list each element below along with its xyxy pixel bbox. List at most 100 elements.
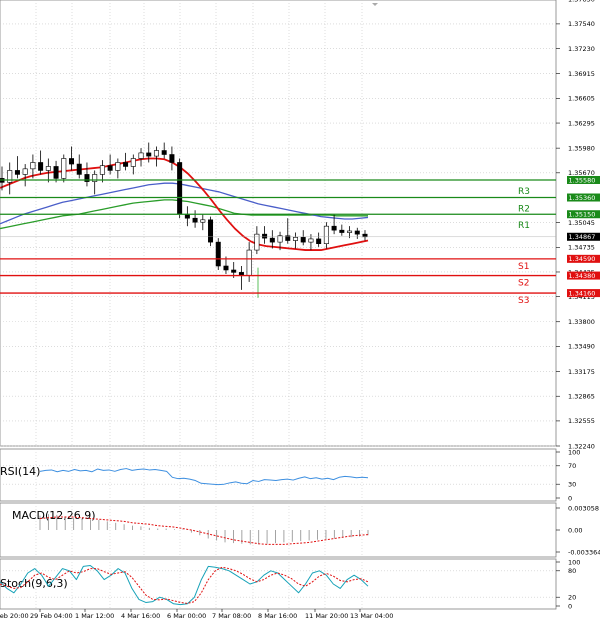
- price-tick-label: 1.33175: [568, 368, 595, 376]
- price-tick-label: 1.36605: [568, 95, 595, 103]
- price-tick-label: 1.36915: [568, 70, 595, 78]
- level-price-tag-text: 1.34590: [569, 255, 596, 263]
- candle: [208, 216, 214, 247]
- level-price-tag-text: 1.34380: [569, 272, 596, 280]
- bear-candle-body: [300, 237, 306, 243]
- current-price-tag-text: 1.34867: [569, 233, 596, 241]
- macd-axis: 0.003058 0.00 -0.003364: [556, 504, 600, 556]
- bear-candle-body: [285, 235, 291, 241]
- time-tick-label: 4 Mar 16:00: [121, 612, 160, 620]
- axis-tick-label: 0: [568, 494, 572, 502]
- axis-tick-label: 0.003058: [568, 504, 599, 512]
- time-tick-label: 7 Mar 08:00: [212, 612, 251, 620]
- bear-candle-body: [123, 162, 129, 167]
- level-price-tag: 1.35150: [567, 210, 600, 219]
- macd-title: MACD(12,26,9): [12, 509, 96, 522]
- bull-candle-body: [308, 238, 314, 243]
- price-tick-label: 1.32555: [568, 417, 595, 425]
- bear-candle-body: [14, 170, 20, 175]
- axis-tick-label: 70: [568, 462, 576, 470]
- level-label-r1: R1: [518, 221, 530, 231]
- bear-candle-body: [316, 238, 322, 245]
- bull-candle-body: [246, 249, 252, 276]
- level-label-r3: R3: [518, 187, 530, 197]
- level-label-s3: S3: [518, 296, 529, 306]
- rsi-panel-frame: [0, 448, 557, 502]
- bull-candle-body: [347, 230, 353, 233]
- price-tick-label: 1.35980: [568, 144, 595, 152]
- axis-tick-label: 100: [568, 448, 580, 456]
- time-tick-label: 28 Feb 20:00: [0, 612, 29, 620]
- macd-panel[interactable]: MACD(12,26,9) 0.003058 0.00 -0.003364: [0, 502, 600, 558]
- rsi-title: RSI(14): [0, 465, 40, 478]
- price-tick-label: 1.32865: [568, 393, 595, 401]
- stoch-panel[interactable]: Stoch(9,6,3) 10080200: [0, 558, 580, 610]
- time-axis: 28 Feb 20:0029 Feb 04:001 Mar 12:00 4 Mar…: [0, 609, 393, 620]
- axis-tick-label: -0.003364: [568, 548, 600, 556]
- bull-candle-body: [45, 166, 51, 171]
- candle: [177, 158, 183, 219]
- price-tick-label: 1.33800: [568, 318, 595, 326]
- price-tick-label: 1.37230: [568, 45, 595, 53]
- bear-candle-body: [223, 265, 229, 271]
- bear-candle-body: [331, 225, 337, 231]
- bear-candle-body: [208, 219, 214, 243]
- bear-candle-body: [53, 166, 59, 179]
- price-tick-label: 1.37540: [568, 20, 595, 28]
- rsi-axis: 100 70 30 0: [556, 448, 580, 502]
- level-price-tag: 1.35580: [567, 175, 600, 184]
- level-label-r2: R2: [518, 205, 530, 215]
- axis-tick-label: 30: [568, 481, 576, 489]
- level-price-tag: 1.35360: [567, 193, 600, 202]
- bear-candle-body: [76, 163, 82, 175]
- level-price-tag: 1.34590: [567, 254, 600, 263]
- bull-candle-body: [130, 158, 136, 167]
- main-panel-frame: [0, 0, 557, 447]
- axis-tick-label: 0: [568, 602, 572, 610]
- price-tick-label: 1.33490: [568, 343, 595, 351]
- bear-candle-body: [354, 230, 360, 235]
- bear-candle-body: [192, 217, 198, 223]
- bull-candle-body: [200, 219, 206, 223]
- level-price-tag-text: 1.35360: [569, 194, 596, 202]
- time-tick-label: 1 Mar 12:00: [75, 612, 114, 620]
- bull-candle-body: [254, 233, 260, 251]
- bull-candle-body: [99, 165, 105, 175]
- bull-candle-body: [323, 225, 329, 245]
- trading-chart[interactable]: R3 R2 R1 S1 S2 S3 1.37850 1.37540 1.37230 1.3691…: [0, 0, 600, 622]
- axis-tick-label: 20: [568, 594, 576, 602]
- level-label-s2: S2: [518, 279, 529, 289]
- bear-candle-body: [177, 162, 183, 215]
- level-price-tag-text: 1.34160: [569, 289, 596, 297]
- price-tick-label: 1.35045: [568, 219, 595, 227]
- time-tick-label: 29 Feb 04:00: [30, 612, 73, 620]
- bear-candle-body: [339, 229, 345, 233]
- time-tick-label: 6 Mar 00:00: [167, 612, 206, 620]
- level-label-s1: S1: [518, 262, 529, 272]
- main-panel[interactable]: R3 R2 R1 S1 S2 S3 1.37850 1.37540 1.37230 1.3691…: [0, 0, 600, 450]
- bear-candle-body: [161, 150, 167, 155]
- time-tick-label: 8 Mar 16:00: [258, 612, 297, 620]
- bull-candle-body: [138, 152, 144, 159]
- axis-tick-label: 0.00: [568, 526, 582, 534]
- bear-candle-body: [69, 158, 75, 165]
- level-price-tag-text: 1.35580: [569, 176, 596, 184]
- stoch-axis: 10080 200: [556, 558, 580, 610]
- rsi-panel[interactable]: RSI(14) 100 70 30 0: [0, 448, 580, 502]
- level-price-tag: 1.34160: [567, 289, 600, 297]
- current-price-tag: 1.34867: [567, 232, 600, 241]
- bull-candle-body: [61, 158, 67, 179]
- level-price-tag: 1.34380: [567, 271, 600, 280]
- bull-candle-body: [115, 162, 121, 171]
- bear-candle-body: [38, 162, 44, 171]
- bear-candle-body: [269, 237, 275, 243]
- bear-candle-body: [169, 154, 175, 163]
- price-tick-label: 1.34735: [568, 244, 595, 252]
- level-price-tag-text: 1.35150: [569, 211, 596, 219]
- candle: [61, 154, 67, 183]
- time-tick-label: 13 Mar 04:00: [350, 612, 393, 620]
- bear-candle-body: [215, 241, 221, 267]
- price-tick-label: 1.36295: [568, 119, 595, 127]
- time-tick-label: 11 Mar 20:00: [305, 612, 348, 620]
- bear-candle-body: [146, 152, 152, 157]
